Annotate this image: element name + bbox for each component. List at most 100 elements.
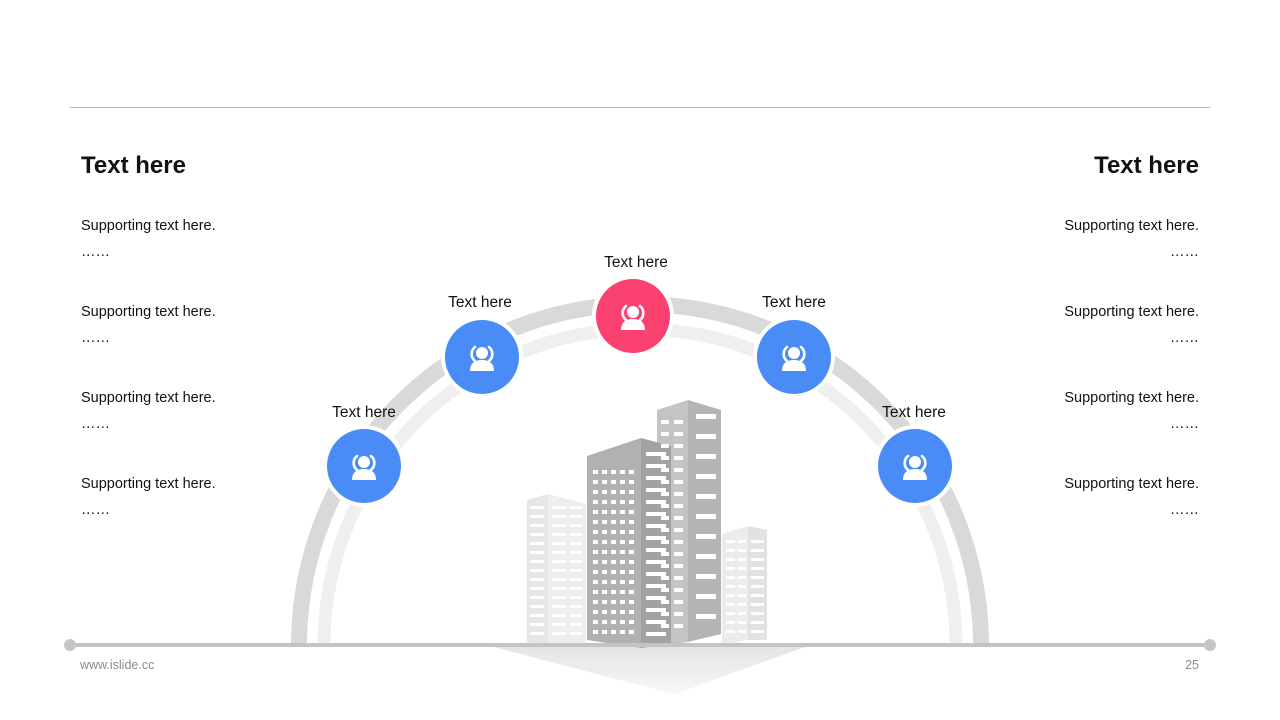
building-window xyxy=(674,420,683,424)
building-window xyxy=(629,600,634,604)
building-window xyxy=(602,520,607,524)
right-supporting-text-3: Supporting text here.…… xyxy=(1064,390,1199,432)
building-window xyxy=(674,516,683,520)
building-window xyxy=(552,524,566,527)
building-window xyxy=(646,560,666,564)
building-window xyxy=(620,540,625,544)
building-window xyxy=(646,632,666,636)
building-window xyxy=(552,542,566,545)
building-window xyxy=(726,549,735,552)
building-window xyxy=(552,578,566,581)
building-window xyxy=(593,520,598,524)
building-window xyxy=(620,630,625,634)
node-4[interactable] xyxy=(757,320,831,394)
building-window xyxy=(530,614,544,617)
building-window xyxy=(629,570,634,574)
building-window xyxy=(593,590,598,594)
building-window xyxy=(602,610,607,614)
building-window xyxy=(593,500,598,504)
building-window xyxy=(602,470,607,474)
building-window xyxy=(593,530,598,534)
user-group-icon xyxy=(470,345,494,371)
building-window xyxy=(620,560,625,564)
building-window xyxy=(611,540,616,544)
right-title: Text here xyxy=(1094,152,1199,179)
building-window xyxy=(646,464,666,468)
building-window xyxy=(530,524,544,527)
building-window xyxy=(696,454,716,459)
building-window xyxy=(611,580,616,584)
building-window xyxy=(674,444,683,448)
building-window xyxy=(751,630,764,633)
building-window xyxy=(751,567,764,570)
building-window xyxy=(570,515,582,518)
baseline-start-dot xyxy=(64,639,76,651)
building-window xyxy=(629,620,634,624)
building-window xyxy=(552,560,566,563)
building-window xyxy=(552,533,566,536)
user-group-icon xyxy=(352,454,376,480)
building-window xyxy=(696,434,716,439)
building-window xyxy=(620,500,625,504)
left-supporting-text-4: Supporting text here.…… xyxy=(81,476,216,518)
building-window xyxy=(661,564,669,568)
baseline-end-dot xyxy=(1204,639,1216,651)
building-window xyxy=(602,600,607,604)
building-window xyxy=(593,610,598,614)
building-window xyxy=(570,605,582,608)
building-window xyxy=(620,620,625,624)
building-window xyxy=(629,630,634,634)
building-window xyxy=(530,623,544,626)
node-1[interactable] xyxy=(327,429,401,503)
building-window xyxy=(661,600,669,604)
building-window xyxy=(751,558,764,561)
building-window xyxy=(530,533,544,536)
node-5[interactable] xyxy=(878,429,952,503)
building-window xyxy=(620,490,625,494)
building-window xyxy=(602,500,607,504)
building-window xyxy=(629,490,634,494)
building-window xyxy=(530,560,544,563)
building-window xyxy=(530,569,544,572)
building-window xyxy=(593,580,598,584)
building-window xyxy=(593,620,598,624)
node-3-highlight[interactable] xyxy=(596,279,670,353)
node-label-5: Text here xyxy=(882,404,946,421)
building-window xyxy=(674,492,683,496)
building-window xyxy=(726,567,735,570)
building-window xyxy=(593,560,598,564)
building-window xyxy=(611,480,616,484)
building-window xyxy=(726,558,735,561)
building-window xyxy=(611,560,616,564)
building-window xyxy=(570,551,582,554)
building-window xyxy=(738,612,746,615)
building-window xyxy=(552,623,566,626)
node-label-1: Text here xyxy=(332,404,396,421)
building-window xyxy=(646,500,666,504)
node-label-2: Text here xyxy=(448,294,512,311)
building-window xyxy=(620,580,625,584)
building-window xyxy=(620,520,625,524)
building-window xyxy=(726,576,735,579)
building-window xyxy=(674,432,683,436)
building-window xyxy=(738,621,746,624)
building-window xyxy=(620,470,625,474)
building-window xyxy=(620,570,625,574)
building-window xyxy=(611,550,616,554)
building-window xyxy=(570,533,582,536)
building-window xyxy=(726,594,735,597)
building-window xyxy=(570,524,582,527)
building-window xyxy=(602,630,607,634)
header-divider xyxy=(70,107,1210,108)
building-window xyxy=(611,510,616,514)
building-window xyxy=(552,605,566,608)
building-window xyxy=(751,540,764,543)
building-window xyxy=(530,587,544,590)
building-window xyxy=(696,594,716,599)
building-window xyxy=(674,540,683,544)
building-window xyxy=(593,510,598,514)
building-window xyxy=(570,578,582,581)
building-window xyxy=(602,490,607,494)
building-window xyxy=(674,612,683,616)
node-2[interactable] xyxy=(445,320,519,394)
